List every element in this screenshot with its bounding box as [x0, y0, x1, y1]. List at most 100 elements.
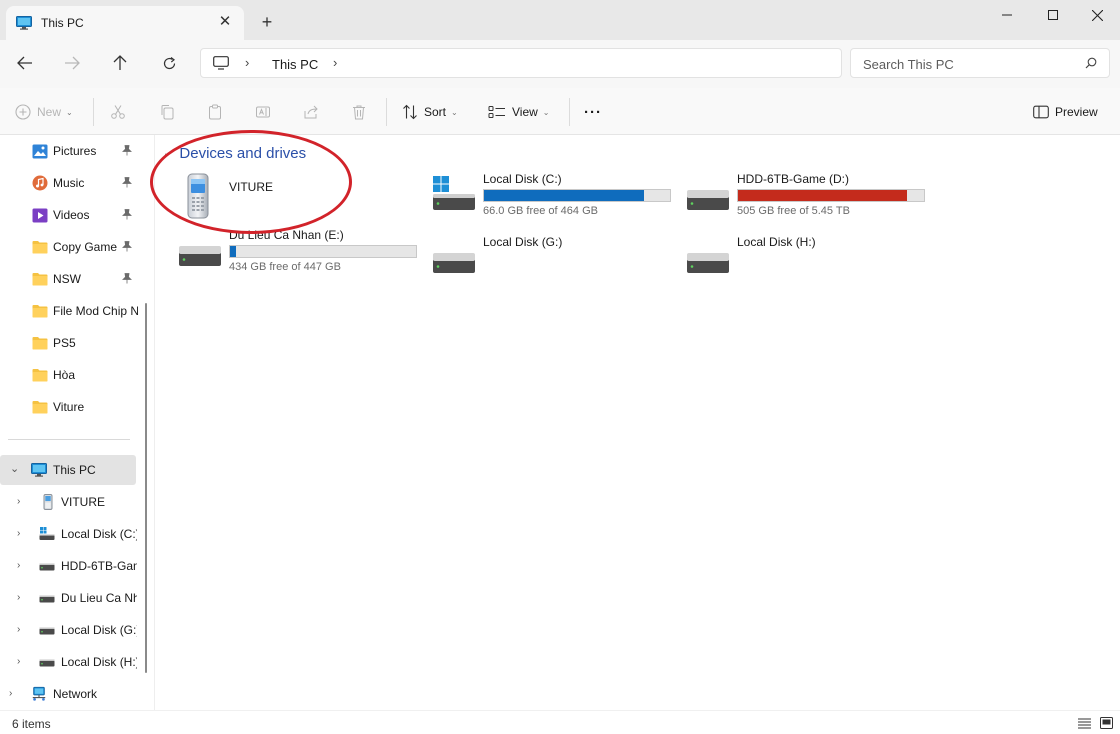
minimize-button[interactable] [984, 0, 1030, 30]
chevron-right-icon[interactable]: › [9, 688, 12, 699]
sidebar-item-viture[interactable]: › VITURE [0, 487, 140, 517]
new-label: New [37, 105, 62, 119]
chevron-right-icon[interactable]: › [17, 528, 20, 539]
drive-name: Local Disk (G:) [483, 235, 563, 249]
refresh-button[interactable] [155, 50, 183, 76]
chevron-right-icon[interactable]: › [17, 624, 20, 635]
delete-button[interactable] [351, 100, 367, 124]
drive-local-disk-c[interactable]: Local Disk (C:) 66.0 GB free of 464 GB [433, 172, 683, 220]
up-button[interactable] [106, 50, 134, 76]
close-window-button[interactable] [1074, 0, 1120, 30]
sidebar-item-label: Local Disk (C:) [61, 527, 137, 541]
pin-icon[interactable] [122, 273, 132, 287]
drive-usage-fill [230, 246, 236, 257]
sidebar-item-label: Du Lieu Ca Nhan (E:) [61, 591, 137, 605]
chevron-down-icon[interactable]: ⌄ [163, 148, 171, 159]
sidebar-item-viture-folder[interactable]: Viture [0, 392, 140, 422]
sidebar-item-file-mod-chip[interactable]: File Mod Chip N [0, 296, 140, 326]
pin-icon[interactable] [122, 177, 132, 191]
maximize-icon [1048, 10, 1058, 20]
sidebar-item-local-disk-g[interactable]: › Local Disk (G:) [0, 615, 140, 645]
sidebar-item-label: Viture [53, 400, 85, 414]
group-header-devices[interactable]: ⌄ Devices and drives [163, 145, 306, 162]
rename-button[interactable] [255, 100, 271, 124]
sidebar-item-ps5[interactable]: PS5 [0, 328, 140, 358]
sidebar-item-hdd-6tb-game[interactable]: › HDD-6TB-Game (D:) [0, 551, 140, 581]
list-icon [1077, 718, 1091, 728]
breadcrumb-this-pc[interactable]: This PC [272, 57, 318, 72]
device-viture[interactable]: VITURE [179, 173, 429, 221]
windows-drive-icon [39, 526, 55, 542]
sidebar-item-music[interactable]: Music [0, 168, 140, 198]
search-input[interactable] [863, 55, 1073, 73]
sidebar-item-label: Videos [53, 208, 90, 222]
sidebar-item-label: Copy Game PS [53, 240, 121, 254]
pin-icon[interactable] [122, 145, 132, 159]
share-button[interactable] [303, 100, 319, 124]
new-tab-button[interactable]: + [256, 11, 278, 33]
drive-free-space: 66.0 GB free of 464 GB [483, 205, 598, 217]
sidebar-item-pictures[interactable]: Pictures [0, 136, 140, 166]
share-icon [304, 105, 318, 119]
tab-this-pc[interactable]: This PC ✕ [6, 6, 244, 40]
new-button[interactable]: New ⌄ [15, 100, 73, 124]
sidebar-item-label: This PC [53, 463, 96, 477]
sort-icon [403, 104, 417, 120]
drive-name: Local Disk (C:) [483, 172, 562, 186]
minimize-icon [1002, 14, 1012, 16]
drive-icon [39, 655, 55, 671]
view-button[interactable]: View ⌄ [488, 100, 550, 124]
sidebar-item-nsw[interactable]: NSW [0, 264, 140, 294]
sidebar-item-du-lieu-ca-nhan[interactable]: › Du Lieu Ca Nhan (E:) [0, 583, 140, 613]
drive-name: HDD-6TB-Game (D:) [737, 172, 850, 186]
search-box[interactable] [850, 48, 1110, 78]
address-bar[interactable]: › This PC › [200, 48, 842, 78]
sidebar-item-this-pc[interactable]: ⌄ This PC [0, 455, 136, 485]
maximize-button[interactable] [1030, 0, 1076, 30]
view-label: View [512, 105, 538, 119]
copy-button[interactable] [159, 100, 175, 124]
navigation-bar: › This PC › [0, 40, 1120, 88]
sidebar-scrollbar[interactable] [145, 303, 147, 673]
folder-icon [32, 367, 48, 383]
sidebar-item-hoa[interactable]: Hòa [0, 360, 140, 390]
sidebar-item-local-disk-h[interactable]: › Local Disk (H:) [0, 647, 140, 677]
sidebar-item-network[interactable]: › Network [0, 679, 140, 709]
windows-drive-icon [433, 176, 477, 212]
chevron-right-icon[interactable]: › [17, 656, 20, 667]
drive-local-disk-g[interactable]: Local Disk (G:) [433, 235, 683, 283]
chevron-right-icon[interactable]: › [245, 55, 249, 70]
pin-icon[interactable] [122, 209, 132, 223]
details-view-button[interactable] [1075, 715, 1093, 731]
drive-du-lieu-ca-nhan[interactable]: Du Lieu Ca Nhan (E:) 434 GB free of 447 … [179, 228, 429, 276]
pin-icon[interactable] [122, 241, 132, 255]
chevron-right-icon[interactable]: › [17, 592, 20, 603]
content-pane: ⌄ Devices and drives VITURE Local Disk (… [155, 135, 1120, 710]
sidebar-item-local-disk-c[interactable]: › Local Disk (C:) [0, 519, 140, 549]
drive-free-space: 434 GB free of 447 GB [229, 261, 341, 273]
preview-button[interactable]: Preview [1033, 100, 1098, 124]
drive-icon [39, 623, 55, 639]
chevron-right-icon[interactable]: › [17, 496, 20, 507]
more-options-button[interactable]: ··· [584, 100, 602, 124]
sidebar-item-label: Music [53, 176, 85, 190]
drive-name: Du Lieu Ca Nhan (E:) [229, 228, 344, 242]
sidebar-item-copy-game[interactable]: Copy Game PS [0, 232, 140, 262]
drive-hdd-6tb-game[interactable]: HDD-6TB-Game (D:) 505 GB free of 5.45 TB [687, 172, 937, 220]
chevron-right-icon[interactable]: › [333, 55, 337, 70]
sort-button[interactable]: Sort ⌄ [402, 100, 458, 124]
paste-button[interactable] [207, 100, 223, 124]
chevron-right-icon[interactable]: › [17, 560, 20, 571]
tiles-view-button[interactable] [1097, 715, 1115, 731]
chevron-down-icon[interactable]: ⌄ [10, 462, 19, 475]
tiles-icon [1099, 717, 1113, 729]
plus-circle-icon [15, 104, 31, 120]
drive-local-disk-h[interactable]: Local Disk (H:) [687, 235, 937, 283]
chevron-down-icon: ⌄ [542, 107, 550, 117]
search-icon[interactable] [1085, 57, 1097, 72]
close-tab-icon[interactable]: ✕ [216, 13, 234, 31]
sidebar-item-videos[interactable]: Videos [0, 200, 140, 230]
forward-button[interactable] [58, 50, 86, 76]
back-button[interactable] [11, 50, 39, 76]
cut-button[interactable] [110, 100, 126, 124]
